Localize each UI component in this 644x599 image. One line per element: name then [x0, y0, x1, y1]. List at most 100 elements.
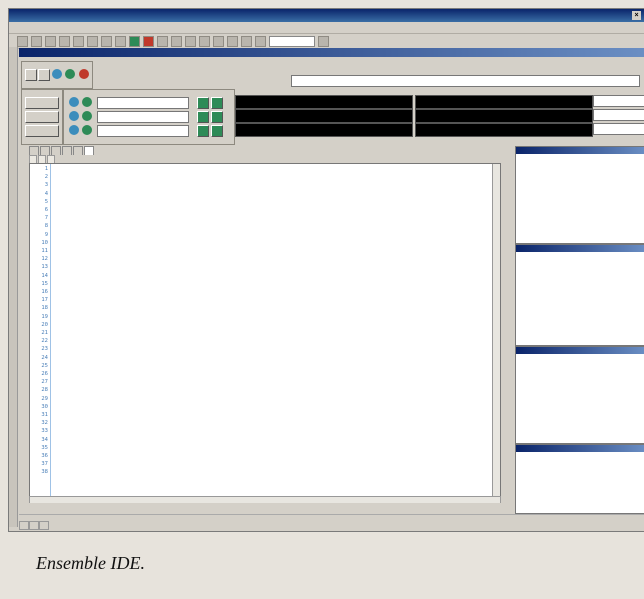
line-number: 28 [41, 387, 48, 394]
paste-icon[interactable] [87, 35, 98, 47]
replace-icon[interactable] [171, 35, 182, 47]
line-number: 31 [41, 412, 48, 418]
play-icon[interactable] [52, 69, 62, 79]
step-icon[interactable] [241, 35, 252, 47]
cut-icon[interactable] [59, 35, 70, 47]
line-number: 26 [41, 371, 48, 377]
command-position-display-y [235, 109, 413, 123]
run-icon[interactable] [82, 97, 92, 107]
command-input[interactable] [291, 75, 640, 87]
line-number: 21 [41, 330, 48, 336]
line-number: 20 [41, 321, 48, 328]
mode-select-2[interactable] [97, 111, 189, 123]
tab-1[interactable] [29, 146, 39, 155]
open-icon[interactable] [31, 35, 42, 47]
run-icon[interactable] [82, 125, 92, 135]
stop-icon[interactable] [143, 35, 154, 47]
file-path-bar [21, 503, 521, 511]
help-icon[interactable] [318, 35, 329, 47]
redo-icon[interactable] [115, 35, 126, 47]
line-number: 13 [41, 264, 48, 271]
file-tabs [29, 155, 56, 164]
line-number: 9 [44, 231, 48, 238]
axis-x-button[interactable] [25, 97, 59, 109]
line-number: 5 [44, 198, 48, 205]
line-number: 1 [44, 166, 48, 172]
jog-plus-button[interactable] [211, 111, 223, 123]
line-number: 22 [41, 338, 48, 345]
find-icon[interactable] [157, 35, 168, 47]
tool-button-2[interactable] [38, 69, 50, 81]
status-bar [19, 521, 644, 530]
line-number: 35 [41, 444, 48, 451]
tab-4[interactable] [62, 146, 72, 155]
mode-select-3[interactable] [97, 125, 189, 137]
stop-icon[interactable] [79, 69, 89, 79]
debug-icon[interactable] [227, 35, 238, 47]
table-header [516, 347, 644, 354]
line-number: 15 [41, 280, 48, 287]
enable-icon[interactable] [69, 111, 79, 121]
command-position-display-z [235, 123, 413, 137]
jog-minus-button[interactable] [197, 111, 209, 123]
copy-icon[interactable] [73, 35, 84, 47]
tab-5[interactable] [73, 146, 83, 155]
line-number: 27 [41, 379, 48, 386]
line-number: 14 [41, 272, 48, 279]
actual-position-display-x [415, 95, 593, 109]
line-number: 34 [41, 436, 48, 443]
breakpoint-icon[interactable] [255, 35, 266, 47]
run-icon[interactable] [129, 35, 140, 47]
command-position-display-x [235, 95, 413, 109]
run-icon[interactable] [65, 69, 75, 79]
status-cell-1 [19, 521, 29, 530]
line-number: 2 [44, 174, 48, 181]
line-number: 11 [41, 248, 48, 254]
status-cell-2 [29, 521, 39, 530]
enable-icon[interactable] [69, 125, 79, 135]
line-number: 24 [41, 354, 48, 361]
tool-button-1[interactable] [25, 69, 37, 81]
mode-select-1[interactable] [97, 97, 189, 109]
status-cell-3 [39, 521, 49, 530]
close-icon[interactable]: × [632, 11, 641, 20]
table-header [516, 245, 644, 252]
panel-header [19, 48, 644, 57]
line-number: 19 [41, 313, 48, 320]
toolbar [9, 34, 644, 49]
jog-minus-button[interactable] [197, 125, 209, 137]
line-number: 29 [41, 395, 48, 402]
jog-plus-button[interactable] [211, 125, 223, 137]
editor-area: 1 2 3 4 5 6 7 8 9 10 11 12 13 14 15 16 17 18 19 20 21 22 23 24 2… [21, 146, 513, 504]
editor-tabs [29, 146, 95, 155]
jog-plus-button[interactable] [211, 97, 223, 109]
undo-icon[interactable] [101, 35, 112, 47]
vertical-scrollbar[interactable] [492, 164, 500, 501]
title-bar: × [9, 9, 644, 22]
jog-minus-button[interactable] [197, 97, 209, 109]
code-editor[interactable]: 1 2 3 4 5 6 7 8 9 10 11 12 13 14 15 16 17 18 19 20 21 22 23 24 2… [29, 163, 501, 502]
compile-icon[interactable] [213, 35, 224, 47]
indent-icon[interactable] [185, 35, 196, 47]
enable-icon[interactable] [69, 97, 79, 107]
new-icon[interactable] [17, 35, 28, 47]
right-panels [515, 146, 644, 514]
tab-3[interactable] [51, 146, 61, 155]
line-number: 23 [41, 346, 48, 353]
line-number: 3 [44, 182, 48, 189]
run-icon[interactable] [82, 111, 92, 121]
figure-caption: Ensemble IDE. [36, 553, 145, 573]
outdent-icon[interactable] [199, 35, 210, 47]
save-icon[interactable] [45, 35, 56, 47]
axis-y-button[interactable] [25, 111, 59, 123]
axis-z-button[interactable] [25, 125, 59, 137]
io-table [515, 346, 644, 444]
actual-position-display-z [415, 123, 593, 137]
tab-2[interactable] [40, 146, 50, 155]
status-field-y [593, 109, 644, 121]
line-number: 37 [41, 461, 48, 468]
toolbar-dropdown[interactable] [269, 35, 315, 47]
line-number: 17 [41, 297, 48, 304]
line-number: 4 [44, 190, 48, 197]
tab-6[interactable] [84, 146, 94, 155]
